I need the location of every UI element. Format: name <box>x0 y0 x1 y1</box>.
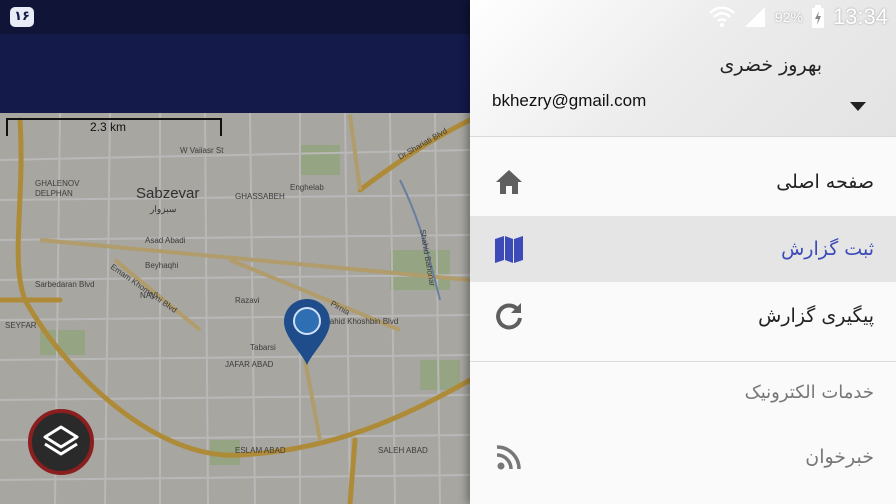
drawer-item-track-report[interactable]: پیگیری گزارش <box>470 283 896 349</box>
section-header: خدمات الکترونیک <box>744 382 874 403</box>
rss-feed-icon <box>496 445 521 470</box>
home-icon <box>496 170 522 194</box>
navigation-drawer: 92% 13:34 بهروز خضری bkhezry@gmail.com ص… <box>470 0 896 504</box>
drawer-item-label: پیگیری گزارش <box>758 305 874 327</box>
layers-button[interactable] <box>28 409 94 475</box>
notification-badge: ۱۶ <box>10 7 34 27</box>
account-email: bkhezry@gmail.com <box>492 91 647 110</box>
account-dropdown-icon[interactable] <box>850 102 866 111</box>
status-bar: 92% 13:34 <box>709 3 888 31</box>
battery-charging-icon <box>811 5 824 28</box>
cell-signal-icon <box>744 7 765 27</box>
status-time: 13:34 <box>832 4 888 29</box>
map-icon <box>495 236 523 263</box>
location-pin-icon[interactable] <box>282 297 332 367</box>
drawer-item-home[interactable]: صفحه اصلی <box>470 149 896 215</box>
account-name: بهروز خضری <box>719 54 823 76</box>
layers-icon <box>43 425 79 456</box>
drawer-item-rss-reader[interactable]: خبرخوان <box>470 424 896 490</box>
map-view[interactable]: W Vaiiasr St Sabzevar سبزوار GHASSABEH E… <box>0 0 470 504</box>
drawer-header: 92% 13:34 بهروز خضری bkhezry@gmail.com <box>470 0 896 137</box>
drawer-item-label: صفحه اصلی <box>776 171 874 193</box>
drawer-item-label: ثبت گزارش <box>781 238 874 260</box>
battery-percent: 92% <box>774 9 803 25</box>
status-bar-left <box>0 0 470 34</box>
wifi-icon <box>709 6 735 27</box>
drawer-item-label: خبرخوان <box>805 446 874 468</box>
refresh-icon <box>496 303 522 330</box>
drawer-item-submit-report[interactable]: ثبت گزارش <box>470 216 896 282</box>
drawer-divider <box>470 361 896 362</box>
map-scale-label: 2.3 km <box>90 120 127 134</box>
